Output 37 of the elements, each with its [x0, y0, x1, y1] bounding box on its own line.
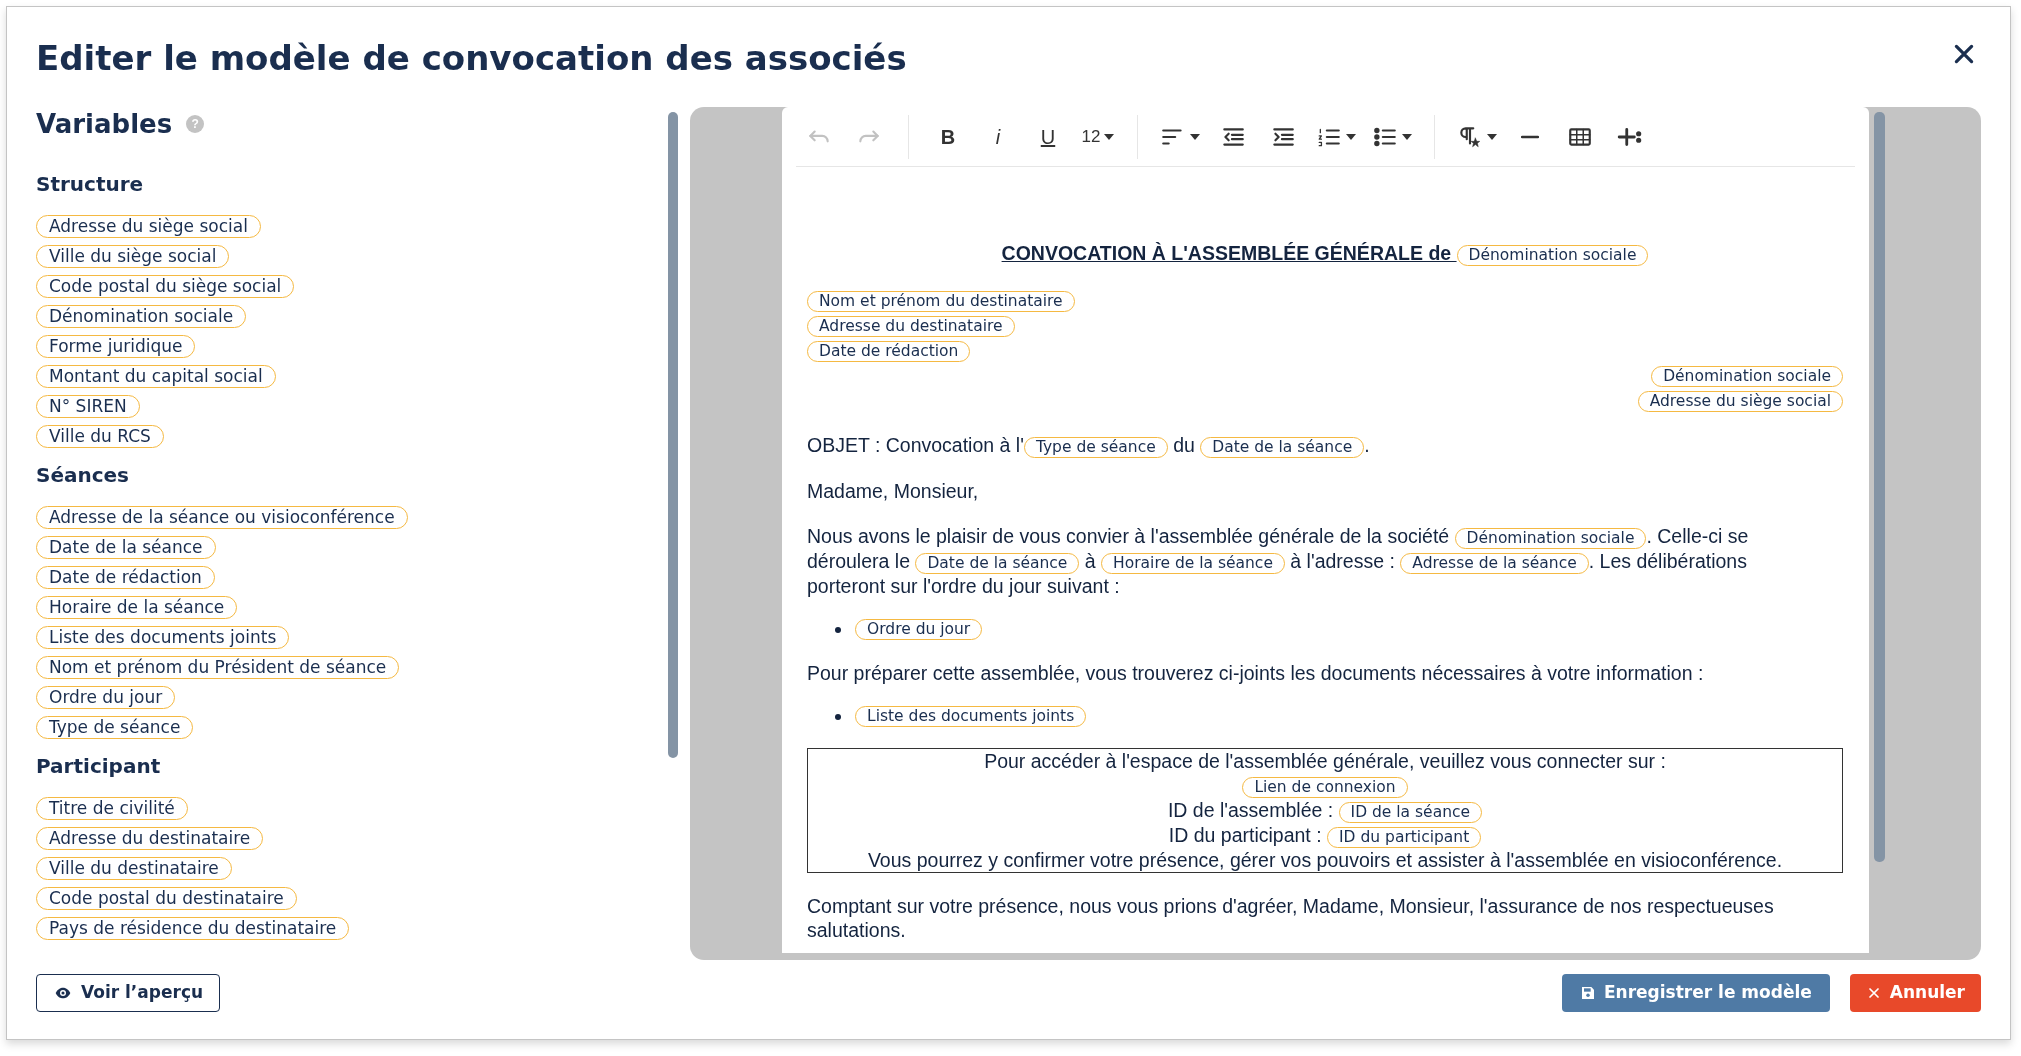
preview-button[interactable]: Voir l’aperçu — [36, 974, 221, 1012]
text: Pour accéder à l'espace de l'assemblée générale, veuillez vous connecter sur : — [984, 750, 1666, 772]
text: . — [1364, 434, 1370, 456]
text: à l'adresse : — [1289, 550, 1396, 572]
paragraph: salutations. — [807, 918, 907, 942]
scrollbar[interactable] — [668, 112, 678, 758]
text: ID de l'assemblée : — [1167, 799, 1335, 821]
size-button[interactable]: 12 — [1079, 118, 1117, 155]
text: à — [1083, 550, 1097, 572]
paragraph: Madame, Monsieur, — [807, 479, 980, 503]
horizontal-rule-icon — [1521, 134, 1539, 139]
modal-title: Editer le modèle de convocation des associés — [36, 37, 907, 80]
text: OBJET : Convocation à l' — [807, 434, 1024, 456]
group-heading: Séances — [36, 462, 131, 489]
save-button[interactable]: Enregistrer le modèle — [1561, 974, 1830, 1012]
text: du — [1172, 434, 1196, 456]
cancel-button[interactable]: Annuler — [1849, 974, 1981, 1012]
text: CONVOCATION À L'ASSEMBLÉE GÉNÉRALE de — [1001, 242, 1453, 264]
bullet-icon — [835, 713, 841, 720]
text: ID du participant : — [1168, 824, 1323, 846]
group-heading: Participant — [36, 753, 162, 780]
italic-button[interactable]: i — [979, 118, 1017, 155]
underline-button[interactable]: U — [1029, 118, 1067, 155]
paragraph: Comptant sur votre présence, nous vous prions d'agréer, Madame, Monsieur, l'assurance de nos respectueuses — [807, 894, 1775, 918]
text: . Les délibérations — [1588, 550, 1747, 572]
paragraph: porteront sur l'ordre du jour suivant : — [807, 574, 1121, 598]
group-heading: Structure — [36, 171, 145, 198]
bullet-icon — [835, 626, 841, 633]
eye-icon — [53, 985, 73, 1001]
scrollbar[interactable] — [1874, 112, 1885, 862]
bold-button[interactable]: B — [929, 118, 967, 155]
text: Nous avons le plaisir de vous convier à l'assemblée générale de la société — [807, 525, 1451, 547]
variables-heading: Variables — [36, 108, 173, 141]
text: . Celle-ci se — [1646, 525, 1749, 547]
paragraph: Pour préparer cette assemblée, vous trouverez ci-joints les documents nécessaires à votre information : — [807, 661, 1705, 685]
text: déroulera le — [807, 550, 911, 572]
text: Vous pourrez y confirmer votre présence, gérer vos pouvoirs et assister à l'assemblée en visioconférence. — [867, 849, 1783, 871]
